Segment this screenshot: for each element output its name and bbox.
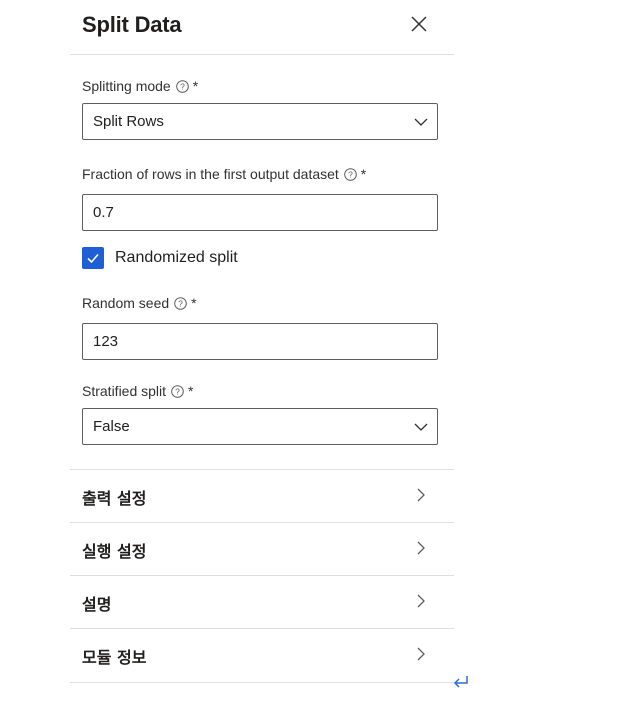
section-output-settings[interactable]: 출력 설정 [70, 469, 454, 523]
section-description[interactable]: 설명 [70, 575, 454, 629]
checkmark-icon [87, 253, 99, 264]
help-icon[interactable]: ? [174, 296, 187, 310]
splitting-mode-label-text: Splitting mode [82, 78, 171, 94]
random-seed-label-text: Random seed [82, 295, 170, 311]
svg-text:?: ? [180, 81, 185, 91]
random-seed-input[interactable]: 123 [82, 323, 438, 360]
chevron-down-icon [414, 118, 428, 126]
fraction-label-text: Fraction of rows in the first output dat… [82, 166, 339, 182]
required-marker: * [191, 295, 197, 311]
splitting-mode-value: Split Rows [93, 113, 164, 130]
fraction-label: Fraction of rows in the first output dat… [82, 166, 366, 182]
fraction-input[interactable]: 0.7 [82, 194, 438, 231]
splitting-mode-label: Splitting mode ? * [82, 78, 198, 94]
split-data-panel: Split Data Splitting mode ? * Split Rows… [70, 0, 454, 701]
section-label: 모듈 정보 [82, 648, 147, 667]
panel-title: Split Data [82, 12, 182, 37]
svg-text:?: ? [178, 298, 183, 308]
stratified-split-value: False [93, 418, 130, 435]
chevron-down-icon [414, 423, 428, 431]
section-run-settings[interactable]: 실행 설정 [70, 522, 454, 576]
section-label: 실행 설정 [82, 542, 147, 561]
random-seed-label: Random seed ? * [82, 295, 197, 311]
required-marker: * [360, 166, 367, 182]
chevron-right-icon [417, 541, 425, 555]
svg-text:?: ? [348, 169, 353, 179]
section-label: 설명 [82, 595, 112, 614]
randomized-split-checkbox[interactable]: Randomized split [82, 247, 238, 269]
enter-arrow-icon [453, 676, 468, 688]
required-marker: * [188, 383, 194, 399]
randomized-split-label: Randomized split [115, 249, 238, 266]
checkbox-box[interactable] [82, 247, 104, 269]
chevron-right-icon [417, 594, 425, 608]
panel-header: Split Data [70, 0, 454, 55]
svg-text:?: ? [175, 386, 180, 396]
help-icon[interactable]: ? [171, 384, 184, 398]
close-icon [411, 16, 427, 32]
section-label: 출력 설정 [82, 489, 147, 508]
chevron-right-icon [417, 647, 425, 661]
stratified-split-label: Stratified split ? * [82, 383, 194, 399]
stratified-split-dropdown[interactable]: False [82, 408, 438, 445]
help-icon[interactable]: ? [175, 79, 189, 93]
help-icon[interactable]: ? [343, 167, 357, 181]
chevron-right-icon [417, 488, 425, 502]
close-button[interactable] [408, 13, 430, 35]
splitting-mode-dropdown[interactable]: Split Rows [82, 103, 438, 140]
required-marker: * [192, 78, 199, 94]
stratified-split-label-text: Stratified split [82, 383, 167, 399]
random-seed-value: 123 [93, 333, 119, 350]
section-module-info[interactable]: 모듈 정보 [70, 628, 454, 683]
fraction-value: 0.7 [93, 204, 114, 221]
